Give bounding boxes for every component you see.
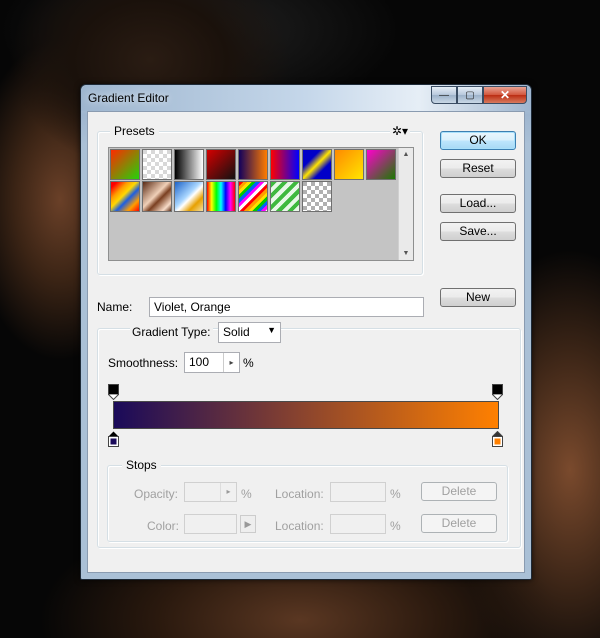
smoothness-arrow-icon[interactable]: ▸ (223, 353, 239, 372)
opacity-stop-right[interactable] (492, 384, 503, 401)
preset-swatch[interactable] (334, 149, 364, 180)
minimize-icon: — (439, 89, 449, 101)
preset-swatch[interactable] (270, 181, 300, 212)
color-label: Color: (147, 519, 180, 533)
stops-label: Stops (122, 458, 161, 472)
presets-group: Presets ✲▾ ▲ ▼ (97, 124, 423, 275)
close-icon: ✕ (499, 88, 511, 102)
color-arrow-icon[interactable]: ▶ (240, 515, 256, 533)
opacity-label: Opacity: (134, 487, 179, 501)
new-button-label: New (465, 290, 490, 304)
preset-swatch[interactable] (174, 149, 204, 180)
reset-button[interactable]: Reset (440, 159, 516, 178)
name-input-value: Violet, Orange (154, 300, 231, 314)
ok-button-label: OK (469, 133, 487, 147)
title-bar[interactable]: Gradient Editor — ▢ ✕ (81, 85, 531, 111)
color-location-unit: % (390, 519, 401, 533)
preset-swatch[interactable] (302, 181, 332, 212)
maximize-button[interactable]: ▢ (457, 86, 483, 104)
opacity-location-input[interactable] (330, 482, 386, 502)
opacity-unit: % (241, 487, 252, 501)
color-location-label: Location: (275, 519, 324, 533)
load-button-label: Load... (459, 196, 497, 210)
preset-swatch[interactable] (142, 149, 172, 180)
gradient-preview-bar[interactable] (113, 401, 499, 429)
presets-label: Presets (110, 124, 159, 138)
scroll-up-icon[interactable]: ▲ (403, 151, 410, 158)
load-button[interactable]: Load... (440, 194, 516, 213)
smoothness-input[interactable]: 100 ▸ (184, 352, 240, 373)
color-swatch[interactable] (184, 514, 237, 534)
gradient-editor-window: Gradient Editor — ▢ ✕ Presets ✲▾ ▲ ▼ OK … (80, 84, 532, 580)
preset-swatch[interactable] (302, 149, 332, 180)
presets-grid: ▲ ▼ (108, 147, 414, 261)
smoothness-value: 100 (189, 355, 210, 369)
smoothness-label: Smoothness: (108, 356, 179, 370)
preset-swatch[interactable] (110, 181, 140, 212)
gradient-type-value: Solid (223, 325, 250, 339)
gear-icon[interactable]: ✲▾ (390, 124, 411, 138)
color-location-input[interactable] (330, 514, 386, 534)
dialog-client-area: Presets ✲▾ ▲ ▼ OK Reset Load... Save... … (87, 111, 525, 573)
delete-opacity-stop-button[interactable]: Delete (421, 482, 497, 501)
new-button[interactable]: New (440, 288, 516, 307)
preset-swatch[interactable] (110, 149, 140, 180)
delete-opacity-label: Delete (441, 484, 477, 498)
gradient-type-select[interactable]: Solid ▼ (218, 322, 281, 343)
close-button[interactable]: ✕ (483, 86, 527, 104)
preset-swatch[interactable] (270, 149, 300, 180)
smoothness-unit: % (243, 356, 254, 370)
opacity-location-label: Location: (275, 487, 324, 501)
save-button[interactable]: Save... (440, 222, 516, 241)
maximize-icon: ▢ (465, 89, 475, 101)
opacity-location-unit: % (390, 487, 401, 501)
preset-swatch[interactable] (238, 149, 268, 180)
opacity-stop-left[interactable] (108, 384, 119, 401)
minimize-button[interactable]: — (431, 86, 457, 104)
delete-color-stop-button[interactable]: Delete (421, 514, 497, 533)
scroll-down-icon[interactable]: ▼ (403, 250, 410, 257)
chevron-down-icon: ▼ (267, 325, 276, 335)
delete-color-label: Delete (441, 516, 477, 530)
preset-swatch[interactable] (366, 149, 396, 180)
caption-buttons: — ▢ ✕ (431, 86, 527, 104)
name-label: Name: (97, 300, 133, 314)
color-stop-right[interactable] (491, 430, 504, 447)
gradient-type-label: Gradient Type: (130, 325, 213, 339)
preset-swatch[interactable] (142, 181, 172, 212)
presets-scrollbar[interactable]: ▲ ▼ (398, 148, 413, 260)
preset-swatch[interactable] (206, 181, 236, 212)
window-title: Gradient Editor (88, 91, 169, 105)
reset-button-label: Reset (462, 161, 494, 175)
preset-swatch[interactable] (174, 181, 204, 212)
name-input[interactable]: Violet, Orange (149, 297, 424, 317)
opacity-arrow-icon[interactable]: ▸ (220, 483, 236, 501)
opacity-input[interactable]: ▸ (184, 482, 237, 502)
preset-swatch[interactable] (206, 149, 236, 180)
save-button-label: Save... (459, 224, 497, 238)
preset-swatch[interactable] (238, 181, 268, 212)
ok-button[interactable]: OK (440, 131, 516, 150)
color-stop-left[interactable] (108, 431, 119, 447)
